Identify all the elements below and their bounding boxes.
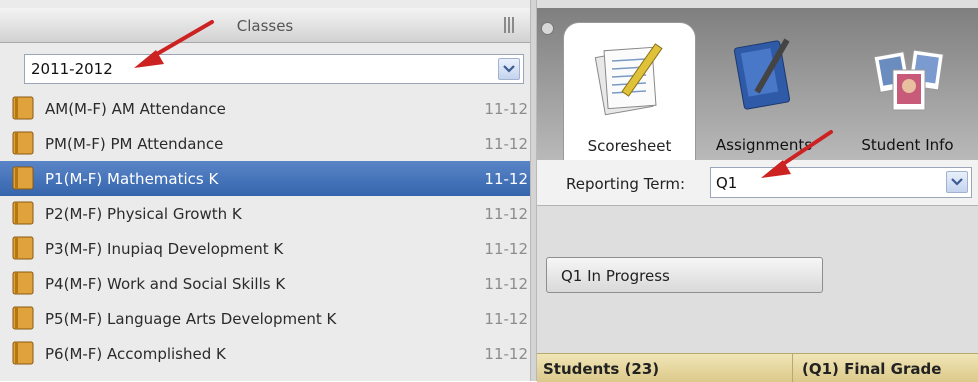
classes-panel-title: Classes bbox=[236, 17, 294, 35]
class-book-icon bbox=[12, 201, 34, 225]
class-year: 11-12 bbox=[484, 275, 528, 293]
class-year: 11-12 bbox=[484, 240, 528, 258]
reporting-term-label: Reporting Term: bbox=[566, 175, 686, 193]
column-divider bbox=[792, 354, 793, 382]
student-photos-icon bbox=[873, 49, 944, 111]
class-name: AM(M-F) AM Attendance bbox=[45, 100, 226, 118]
annotation-arrow-icon bbox=[134, 20, 214, 68]
classes-panel-header: Classes bbox=[0, 8, 530, 43]
class-detail-panel: Scoresheet Assignments Student Info Repo… bbox=[537, 0, 978, 382]
class-name: P2(M-F) Physical Growth K bbox=[45, 205, 242, 223]
school-year-select[interactable]: 2011-2012 bbox=[24, 54, 524, 84]
chevron-down-icon[interactable] bbox=[946, 171, 968, 193]
scoresheet-icon bbox=[594, 43, 663, 116]
class-book-icon bbox=[12, 341, 34, 365]
class-row-am-attendance[interactable]: AM(M-F) AM Attendance 11-12 bbox=[0, 91, 530, 126]
reporting-term-select[interactable]: Q1 bbox=[710, 167, 972, 198]
class-name: PM(M-F) PM Attendance bbox=[45, 135, 224, 153]
class-year: 11-12 bbox=[484, 135, 528, 153]
class-book-icon bbox=[12, 306, 34, 330]
class-year: 11-12 bbox=[484, 170, 528, 188]
class-book-icon bbox=[12, 96, 34, 120]
tab-scoresheet[interactable]: Scoresheet bbox=[563, 22, 696, 168]
class-book-icon bbox=[12, 271, 34, 295]
class-list: AM(M-F) AM Attendance 11-12 PM(M-F) PM A… bbox=[0, 91, 530, 371]
class-book-icon bbox=[12, 166, 34, 190]
collapse-icon[interactable] bbox=[541, 22, 554, 35]
class-name: P6(M-F) Accomplished K bbox=[45, 345, 226, 363]
scoresheet-header-bar: Students (23) (Q1) Final Grade bbox=[537, 353, 978, 382]
annotation-arrow-icon bbox=[761, 130, 833, 178]
class-book-icon bbox=[12, 131, 34, 155]
class-row-mathematics[interactable]: P1(M-F) Mathematics K 11-12 bbox=[0, 161, 530, 196]
class-name: P4(M-F) Work and Social Skills K bbox=[45, 275, 286, 293]
final-grade-column-header[interactable]: (Q1) Final Grade bbox=[802, 360, 941, 378]
class-year: 11-12 bbox=[484, 205, 528, 223]
tab-student-info-label: Student Info bbox=[861, 136, 954, 154]
term-progress-button[interactable]: Q1 In Progress bbox=[546, 257, 823, 293]
class-book-icon bbox=[12, 236, 34, 260]
class-year: 11-12 bbox=[484, 100, 528, 118]
classes-panel: Classes 2011-2012 AM(M-F) AM Attendance … bbox=[0, 0, 530, 381]
class-name: P1(M-F) Mathematics K bbox=[45, 170, 219, 188]
class-row-accomplished[interactable]: P6(M-F) Accomplished K 11-12 bbox=[0, 336, 530, 371]
tab-student-info[interactable]: Student Info bbox=[837, 30, 978, 176]
class-row-language-arts[interactable]: P5(M-F) Language Arts Development K 11-1… bbox=[0, 301, 530, 336]
class-name: P5(M-F) Language Arts Development K bbox=[45, 310, 337, 328]
class-year: 11-12 bbox=[484, 310, 528, 328]
school-year-value: 2011-2012 bbox=[31, 60, 113, 78]
class-row-inupiaq[interactable]: P3(M-F) Inupiaq Development K 11-12 bbox=[0, 231, 530, 266]
reporting-term-value: Q1 bbox=[716, 174, 738, 192]
term-progress-label: Q1 In Progress bbox=[561, 267, 670, 285]
chevron-down-icon[interactable] bbox=[498, 58, 520, 80]
class-row-physical-growth[interactable]: P2(M-F) Physical Growth K 11-12 bbox=[0, 196, 530, 231]
class-name: P3(M-F) Inupiaq Development K bbox=[45, 240, 284, 258]
class-row-pm-attendance[interactable]: PM(M-F) PM Attendance 11-12 bbox=[0, 126, 530, 161]
panel-grip-icon[interactable] bbox=[504, 17, 518, 33]
tab-scoresheet-label: Scoresheet bbox=[587, 137, 672, 155]
students-column-header[interactable]: Students (23) bbox=[543, 360, 659, 378]
class-year: 11-12 bbox=[484, 345, 528, 363]
class-row-work-social[interactable]: P4(M-F) Work and Social Skills K 11-12 bbox=[0, 266, 530, 301]
panel-splitter[interactable] bbox=[530, 0, 537, 381]
notebook-icon bbox=[733, 38, 791, 110]
